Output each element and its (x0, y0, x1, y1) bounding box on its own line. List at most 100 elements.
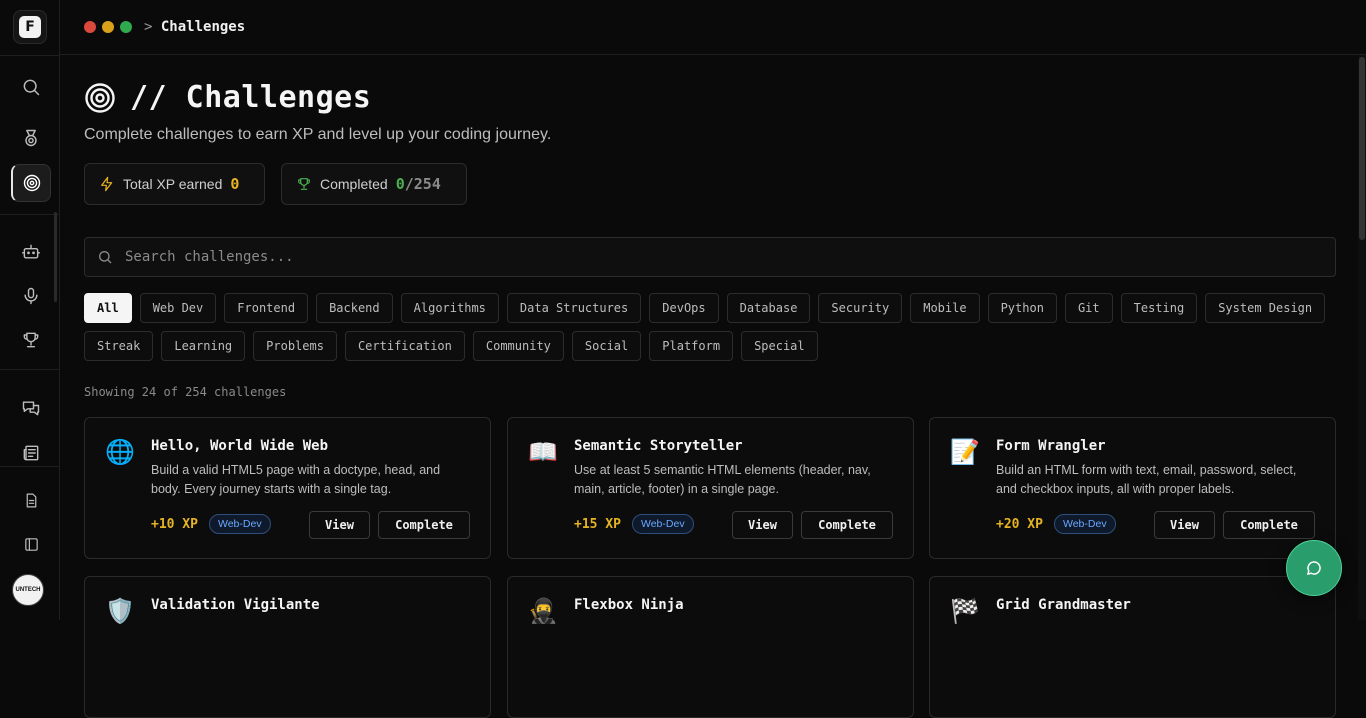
filter-chip-all[interactable]: All (84, 293, 132, 323)
card-title: Flexbox Ninja (574, 597, 684, 613)
user-avatar[interactable]: UNTECH (12, 574, 44, 606)
filter-chip-mobile[interactable]: Mobile (910, 293, 980, 323)
filter-chip-algorithms[interactable]: Algorithms (400, 293, 499, 323)
challenge-card[interactable]: 🛡️ Validation Vigilante (84, 576, 491, 718)
page-subtitle: Complete challenges to earn XP and level… (84, 126, 552, 143)
sidebar-item-voice[interactable] (12, 277, 50, 315)
stat-completed-total: /254 (404, 175, 441, 193)
filter-chip-problems[interactable]: Problems (253, 331, 337, 361)
filter-row: Streak Learning Problems Certification Commu… (84, 331, 1344, 361)
breadcrumb-current: Challenges (160, 19, 246, 35)
sidebar-item-badges[interactable] (12, 119, 50, 157)
page-scrollbar-thumb[interactable] (1359, 57, 1365, 240)
window-minimize-dot[interactable] (102, 21, 114, 33)
avatar-text: UNTECH (15, 587, 41, 593)
complete-button[interactable]: Complete (378, 511, 470, 539)
filter-chip-special[interactable]: Special (741, 331, 818, 361)
ninja-icon: 🥷 (528, 597, 558, 625)
messages-icon (22, 401, 40, 416)
challenge-card[interactable]: 📖 Semantic Storyteller Use at least 5 se… (507, 417, 914, 559)
filter-chip-streak[interactable]: Streak (84, 331, 154, 361)
filter-chip-devops[interactable]: DevOps (649, 293, 719, 323)
filter-chip-social[interactable]: Social (571, 331, 642, 361)
app-logo[interactable]: F (13, 10, 47, 44)
chat-fab-button[interactable] (1286, 540, 1342, 596)
filter-chip-testing[interactable]: Testing (1120, 293, 1198, 323)
top-bar (60, 0, 1366, 55)
sidebar-item-leaderboard[interactable] (12, 321, 50, 359)
card-title: Semantic Storyteller (574, 438, 743, 454)
card-tag: Web-Dev (209, 514, 271, 534)
challenge-card[interactable]: 🥷 Flexbox Ninja (507, 576, 914, 718)
sidebar-item-chat[interactable] (12, 389, 50, 427)
sidebar-search-button[interactable] (12, 68, 50, 106)
file-icon (26, 493, 36, 507)
filter-row: All Web Dev Frontend Backend Algorithms Data … (84, 293, 1344, 323)
search-bar (84, 237, 1336, 277)
view-button[interactable]: View (732, 511, 793, 539)
challenge-card[interactable]: 🌐 Hello, World Wide Web Build a valid HT… (84, 417, 491, 559)
chat-bubble-icon (1306, 561, 1321, 576)
sidebar-item-ai[interactable] (12, 233, 50, 271)
shield-icon: 🛡️ (105, 597, 135, 625)
microphone-icon (24, 287, 38, 305)
card-title: Form Wrangler (996, 438, 1106, 454)
stat-xp-label: Total XP earned (123, 176, 223, 192)
card-title: Hello, World Wide Web (151, 438, 329, 454)
sidebar-toggle-button[interactable] (12, 525, 50, 563)
window-maximize-dot[interactable] (120, 21, 132, 33)
filter-chip-git[interactable]: Git (1064, 293, 1113, 323)
card-xp: +15 XP (574, 517, 621, 532)
complete-button[interactable]: Complete (801, 511, 893, 539)
filter-chip-database[interactable]: Database (726, 293, 811, 323)
sidebar-divider (0, 214, 60, 215)
search-icon (23, 79, 40, 96)
trophy-icon (298, 178, 310, 190)
filter-chip-certification[interactable]: Certification (344, 331, 465, 361)
card-tag: Web-Dev (632, 514, 694, 534)
sidebar-item-challenges[interactable] (11, 164, 51, 202)
stat-total-xp: Total XP earned 0 (84, 163, 265, 205)
challenge-card[interactable]: 📝 Form Wrangler Build an HTML form with … (929, 417, 1336, 559)
filter-chip-system-design[interactable]: System Design (1205, 293, 1326, 323)
target-icon (23, 174, 40, 192)
filter-chip-data-structures[interactable]: Data Structures (506, 293, 642, 323)
filter-chip-platform[interactable]: Platform (649, 331, 734, 361)
filter-chip-python[interactable]: Python (987, 293, 1057, 323)
card-description: Build a valid HTML5 page with a doctype,… (151, 463, 441, 496)
view-button[interactable]: View (309, 511, 370, 539)
sidebar-divider (0, 369, 60, 370)
window-close-dot[interactable] (84, 21, 96, 33)
stat-completed-label: Completed (320, 176, 388, 192)
bot-icon (21, 244, 41, 259)
filter-chip-web-dev[interactable]: Web Dev (139, 293, 217, 323)
card-title: Grid Grandmaster (996, 597, 1131, 613)
sidebar-divider (0, 466, 60, 467)
breadcrumb: > Challenges (144, 19, 245, 35)
filter-chip-security[interactable]: Security (818, 293, 903, 323)
target-icon (85, 82, 115, 113)
newspaper-icon (23, 445, 39, 461)
search-input[interactable] (125, 249, 1335, 265)
checkered-flag-icon: 🏁 (950, 597, 980, 625)
filter-chip-community[interactable]: Community (472, 331, 564, 361)
filter-chip-learning[interactable]: Learning (161, 331, 246, 361)
sidebar-item-docs[interactable] (12, 481, 50, 519)
sidebar-scrollbar[interactable] (54, 212, 57, 302)
view-button[interactable]: View (1154, 511, 1215, 539)
card-xp: +20 XP (996, 517, 1043, 532)
card-description: Use at least 5 semantic HTML elements (h… (574, 463, 871, 496)
results-count: Showing 24 of 254 challenges (84, 385, 287, 399)
challenge-card[interactable]: 🏁 Grid Grandmaster (929, 576, 1336, 718)
card-title: Validation Vigilante (151, 597, 320, 613)
card-description: Build an HTML form with text, email, pas… (996, 463, 1297, 496)
breadcrumb-separator: > (144, 19, 153, 35)
sidebar-panel-icon (24, 537, 38, 551)
filter-chip-backend[interactable]: Backend (316, 293, 393, 323)
filter-chip-frontend[interactable]: Frontend (224, 293, 309, 323)
complete-button[interactable]: Complete (1223, 511, 1315, 539)
stat-completed-value: 0 (395, 175, 405, 193)
card-xp: +10 XP (151, 517, 198, 532)
memo-icon: 📝 (950, 438, 980, 466)
globe-icon: 🌐 (105, 438, 135, 466)
